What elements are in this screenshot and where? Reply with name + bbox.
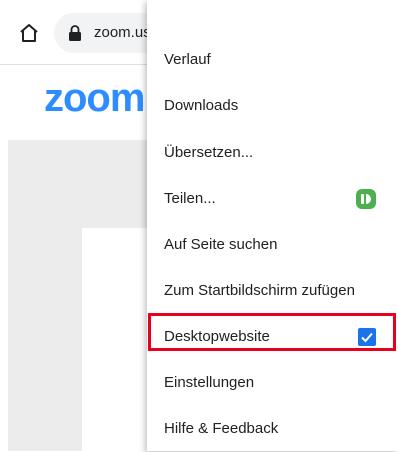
lock-icon — [68, 25, 82, 41]
menu-item-help-feedback[interactable]: Hilfe & Feedback — [147, 406, 398, 452]
menu-item-label: Zum Startbildschirm zufügen — [164, 282, 355, 299]
menu-item-label: Zuletzt geöffnete Tabs — [164, 0, 311, 16]
menu-item-share[interactable]: Teilen... — [147, 176, 398, 222]
overflow-menu: Zuletzt geöffnete Tabs Verlauf Downloads… — [147, 0, 398, 451]
menu-item-translate[interactable]: Übersetzen... — [147, 130, 398, 176]
menu-item-add-to-home[interactable]: Zum Startbildschirm zufügen — [147, 268, 398, 314]
menu-item-label: Verlauf — [164, 51, 211, 68]
menu-item-downloads[interactable]: Downloads — [147, 83, 398, 129]
menu-item-label: Hilfe & Feedback — [164, 420, 279, 437]
url-text: zoom.us — [94, 24, 151, 41]
pushbullet-icon[interactable] — [356, 189, 376, 209]
menu-item-label: Übersetzen... — [164, 144, 254, 161]
menu-item-label: Downloads — [164, 97, 239, 114]
menu-item-label: Einstellungen — [164, 374, 255, 391]
menu-item-label: Auf Seite suchen — [164, 236, 278, 253]
menu-item-label: Teilen... — [164, 190, 216, 207]
highlight-box — [148, 313, 396, 351]
menu-item-find-in-page[interactable]: Auf Seite suchen — [147, 222, 398, 268]
home-icon[interactable] — [18, 22, 40, 44]
menu-item-settings[interactable]: Einstellungen — [147, 360, 398, 406]
menu-item-history[interactable]: Verlauf — [147, 37, 398, 83]
zoom-logo[interactable]: zoom — [44, 76, 145, 121]
